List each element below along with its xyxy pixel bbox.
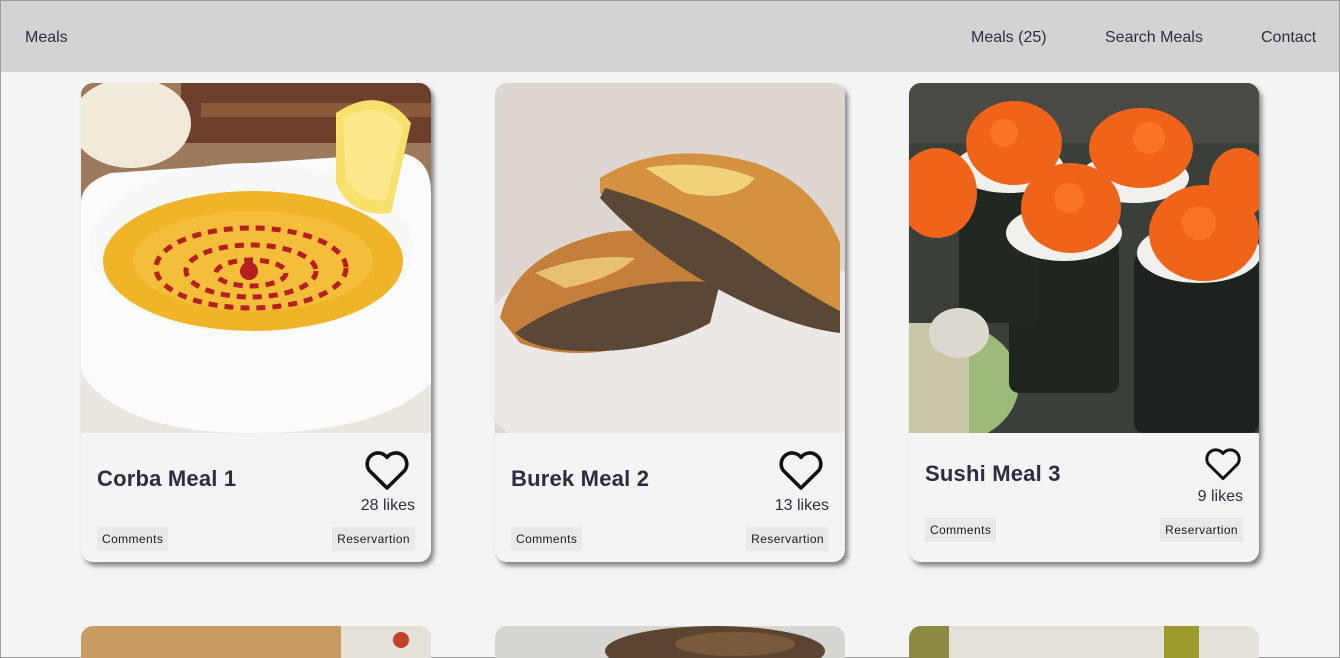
card-body: Sushi Meal 3 9 likes Comments Reservarti…	[909, 433, 1259, 562]
heart-outline-icon[interactable]	[1203, 445, 1243, 486]
comments-button[interactable]: Comments	[97, 527, 169, 551]
likes-count: 9 likes	[1197, 488, 1243, 505]
reservation-button[interactable]: Reservartion	[332, 527, 415, 551]
comments-button[interactable]: Comments	[511, 527, 583, 551]
meal-card: Burek Meal 2 13 likes Comments Reservart…	[495, 83, 845, 562]
meal-card: Corba Meal 1 28 likes Comments Reservart…	[81, 83, 431, 562]
card-title: Burek Meal 2	[511, 466, 650, 491]
meal-card-partial	[81, 626, 431, 658]
heart-outline-icon[interactable]	[363, 447, 411, 496]
card-body: Burek Meal 2 13 likes Comments Reservart…	[495, 433, 845, 562]
heart-outline-icon[interactable]	[777, 447, 825, 496]
meal-card: Sushi Meal 3 9 likes Comments Reservarti…	[909, 83, 1259, 562]
nav-link-meals[interactable]: Meals (25)	[971, 29, 1047, 47]
meal-image-corba	[81, 83, 431, 433]
likes-count: 13 likes	[774, 497, 829, 514]
navbar: Meals Meals (25) Search Meals Contact	[1, 1, 1339, 72]
nav-brand-link[interactable]: Meals	[25, 29, 68, 47]
likes-count: 28 likes	[360, 497, 415, 514]
card-body: Corba Meal 1 28 likes Comments Reservart…	[81, 433, 431, 562]
nav-link-contact[interactable]: Contact	[1261, 29, 1316, 47]
comments-button[interactable]: Comments	[925, 518, 997, 542]
meal-image-burek	[495, 83, 845, 433]
meal-card-partial	[909, 626, 1259, 658]
card-title: Corba Meal 1	[97, 466, 237, 491]
meal-card-partial	[495, 626, 845, 658]
reservation-button[interactable]: Reservartion	[1160, 518, 1243, 542]
nav-link-search-meals[interactable]: Search Meals	[1105, 29, 1203, 47]
card-title: Sushi Meal 3	[925, 461, 1061, 486]
meal-image-sushi	[909, 83, 1259, 433]
reservation-button[interactable]: Reservartion	[746, 527, 829, 551]
